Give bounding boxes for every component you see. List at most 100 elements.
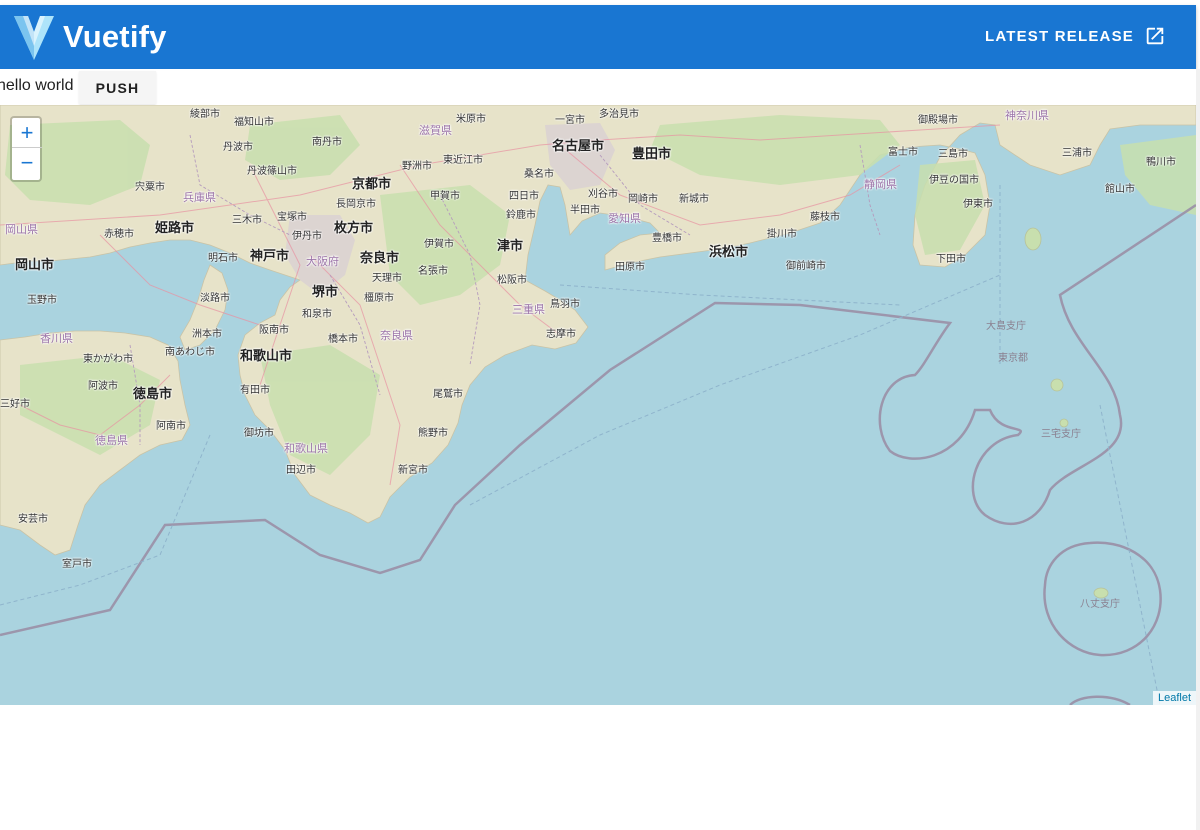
map-label: 伊賀市 bbox=[424, 239, 454, 250]
map-label: 愛知県 bbox=[608, 212, 641, 225]
map-label: 枚方市 bbox=[334, 221, 374, 236]
map-label: 掛川市 bbox=[767, 229, 797, 240]
map-label: 多治見市 bbox=[599, 109, 639, 120]
map-label: 館山市 bbox=[1105, 184, 1135, 195]
map-label: 伊丹市 bbox=[292, 231, 322, 242]
map-label: 徳島県 bbox=[95, 434, 128, 447]
map-label: 神戸市 bbox=[250, 249, 290, 264]
content-toolbar: hello world PUSH bbox=[0, 69, 1196, 105]
map-label: 玉野市 bbox=[27, 295, 57, 306]
map-label: 藤枝市 bbox=[810, 212, 840, 223]
map-label: 甲賀市 bbox=[430, 191, 460, 202]
vuetify-logo-icon bbox=[14, 16, 54, 60]
map-label: 大阪府 bbox=[306, 255, 339, 268]
map-label: 赤穂市 bbox=[104, 229, 134, 240]
map-label: 松阪市 bbox=[497, 275, 527, 286]
map-label: 阿南市 bbox=[156, 421, 186, 432]
map-label: 東近江市 bbox=[443, 155, 483, 166]
map-label: 名張市 bbox=[418, 266, 448, 277]
map-label: 和泉市 bbox=[302, 309, 332, 320]
map-label: 綾部市 bbox=[190, 109, 220, 120]
map-label: 田原市 bbox=[615, 262, 645, 273]
map-label: 御前崎市 bbox=[786, 261, 826, 272]
map-label: 阪南市 bbox=[259, 325, 289, 336]
map-label: 三浦市 bbox=[1062, 148, 1092, 159]
map-label: 淡路市 bbox=[200, 293, 230, 304]
map-label: 下田市 bbox=[936, 254, 966, 265]
map-label: 三宅支庁 bbox=[1041, 429, 1081, 440]
map-label: 安芸市 bbox=[18, 514, 48, 525]
map-label: 桑名市 bbox=[524, 169, 554, 180]
map-label: 御殿場市 bbox=[918, 115, 958, 126]
zoom-control: + − bbox=[10, 116, 42, 182]
latest-release-label: LATEST RELEASE bbox=[984, 27, 1134, 45]
map-label: 鳥羽市 bbox=[550, 299, 580, 310]
map-label: 三重県 bbox=[512, 303, 545, 316]
map-label: 橋本市 bbox=[328, 334, 358, 345]
map-label: 豊田市 bbox=[632, 147, 672, 162]
map-label: 大島支庁 bbox=[986, 321, 1026, 332]
open-in-new-icon bbox=[1146, 27, 1164, 45]
map-label: 和歌山県 bbox=[284, 442, 328, 455]
map-label: 鴨川市 bbox=[1146, 157, 1176, 168]
zoom-out-button[interactable]: − bbox=[12, 148, 42, 178]
zoom-in-button[interactable]: + bbox=[12, 118, 42, 148]
map-label: 静岡県 bbox=[864, 178, 897, 191]
page-scrollbar[interactable] bbox=[1196, 69, 1200, 830]
map-label: 名古屋市 bbox=[552, 139, 605, 154]
map-label: 八丈支庁 bbox=[1080, 599, 1120, 610]
map-label: 南あわじ市 bbox=[165, 347, 215, 358]
map-label: 岡山市 bbox=[15, 258, 55, 273]
hello-text: hello world bbox=[0, 77, 74, 94]
map-label: 浜松市 bbox=[709, 245, 749, 260]
map-label: 新城市 bbox=[679, 194, 709, 205]
map-label: 有田市 bbox=[240, 385, 270, 396]
map-label: 岡山県 bbox=[5, 223, 38, 236]
map-label: 岡崎市 bbox=[628, 194, 658, 205]
brand-title: Vuetify bbox=[63, 19, 167, 54]
map-label: 南丹市 bbox=[312, 137, 342, 148]
map-attribution-link[interactable]: Leaflet bbox=[1152, 691, 1196, 705]
map-label: 伊東市 bbox=[963, 199, 993, 210]
map-label: 福知山市 bbox=[234, 117, 274, 128]
map-label: 田辺市 bbox=[286, 465, 316, 476]
map-label: 丹波篠山市 bbox=[247, 166, 297, 177]
map-label: 長岡京市 bbox=[336, 199, 376, 210]
map-label: 京都市 bbox=[352, 177, 392, 192]
map-label: 四日市 bbox=[509, 191, 539, 202]
map-label: 橿原市 bbox=[364, 293, 394, 304]
map-label: 熊野市 bbox=[418, 428, 448, 439]
map-label: 室戸市 bbox=[62, 559, 92, 570]
map-label: 奈良県 bbox=[380, 329, 413, 342]
map-label: 明石市 bbox=[208, 253, 238, 264]
map-label: 尾鷲市 bbox=[433, 389, 463, 400]
map-label: 野洲市 bbox=[402, 161, 432, 172]
map-label: 三好市 bbox=[0, 399, 30, 410]
map-label: 米原市 bbox=[456, 114, 486, 125]
map-label: 神奈川県 bbox=[1005, 109, 1049, 122]
map-label: 和歌山市 bbox=[240, 349, 293, 364]
map-label: 豊橋市 bbox=[652, 233, 682, 244]
map-label: 徳島市 bbox=[133, 387, 173, 402]
map-label: 伊豆の国市 bbox=[929, 175, 979, 186]
map-label: 奈良市 bbox=[360, 251, 400, 266]
map-label: 三木市 bbox=[232, 215, 262, 226]
map-label: 新宮市 bbox=[398, 465, 428, 476]
map-label: 宝塚市 bbox=[277, 212, 307, 223]
ferry-routes bbox=[0, 185, 1161, 705]
map-label: 滋賀県 bbox=[419, 124, 452, 137]
map-label: 半田市 bbox=[570, 205, 600, 216]
latest-release-button[interactable]: LATEST RELEASE bbox=[985, 25, 1166, 47]
map-label: 兵庫県 bbox=[183, 191, 216, 204]
map-label: 津市 bbox=[497, 239, 524, 254]
leaflet-map[interactable]: 名古屋市 豊田市 京都市 枚方市 奈良市 神戸市 姫路市 岡山市 堺市 和歌山市… bbox=[0, 105, 1196, 705]
map-label: 志摩市 bbox=[546, 329, 576, 340]
push-button[interactable]: PUSH bbox=[79, 71, 156, 104]
map-label: 香川県 bbox=[40, 332, 73, 345]
map-label: 東京都 bbox=[998, 353, 1028, 364]
map-label: 三島市 bbox=[938, 149, 968, 160]
map-label: 一宮市 bbox=[555, 115, 585, 126]
map-label: 阿波市 bbox=[88, 381, 118, 392]
map-label: 天理市 bbox=[372, 273, 402, 284]
map-label: 刈谷市 bbox=[588, 189, 618, 200]
